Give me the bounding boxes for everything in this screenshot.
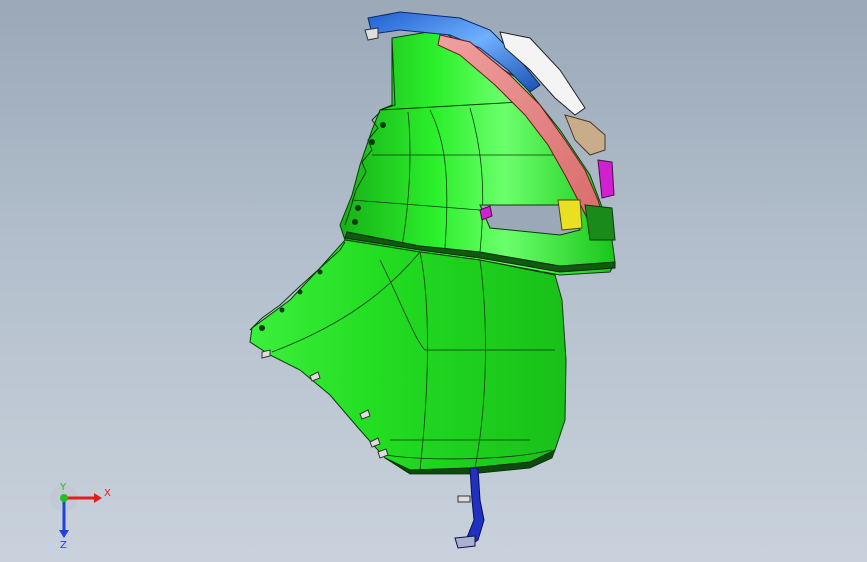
bumper-lower-panel[interactable] xyxy=(249,239,567,475)
z-axis-arrow xyxy=(59,530,69,538)
lower-bracket-clip xyxy=(457,495,471,503)
y-axis-dot xyxy=(60,494,68,502)
magenta-clip[interactable] xyxy=(597,159,615,199)
bumper-model[interactable] xyxy=(0,0,867,562)
graphics-viewport[interactable]: X Y Z xyxy=(0,0,867,562)
x-axis-arrow xyxy=(94,493,102,503)
lower-bracket[interactable] xyxy=(465,467,485,546)
yellow-clip[interactable] xyxy=(557,199,583,231)
lower-bracket-foot xyxy=(454,535,476,549)
axis-triad: X Y Z xyxy=(50,482,111,550)
y-axis-label: Y xyxy=(59,482,67,493)
side-mount xyxy=(584,204,616,241)
bracket-clip xyxy=(364,27,379,41)
x-axis-label: X xyxy=(104,488,111,499)
z-axis-label: Z xyxy=(60,540,67,550)
